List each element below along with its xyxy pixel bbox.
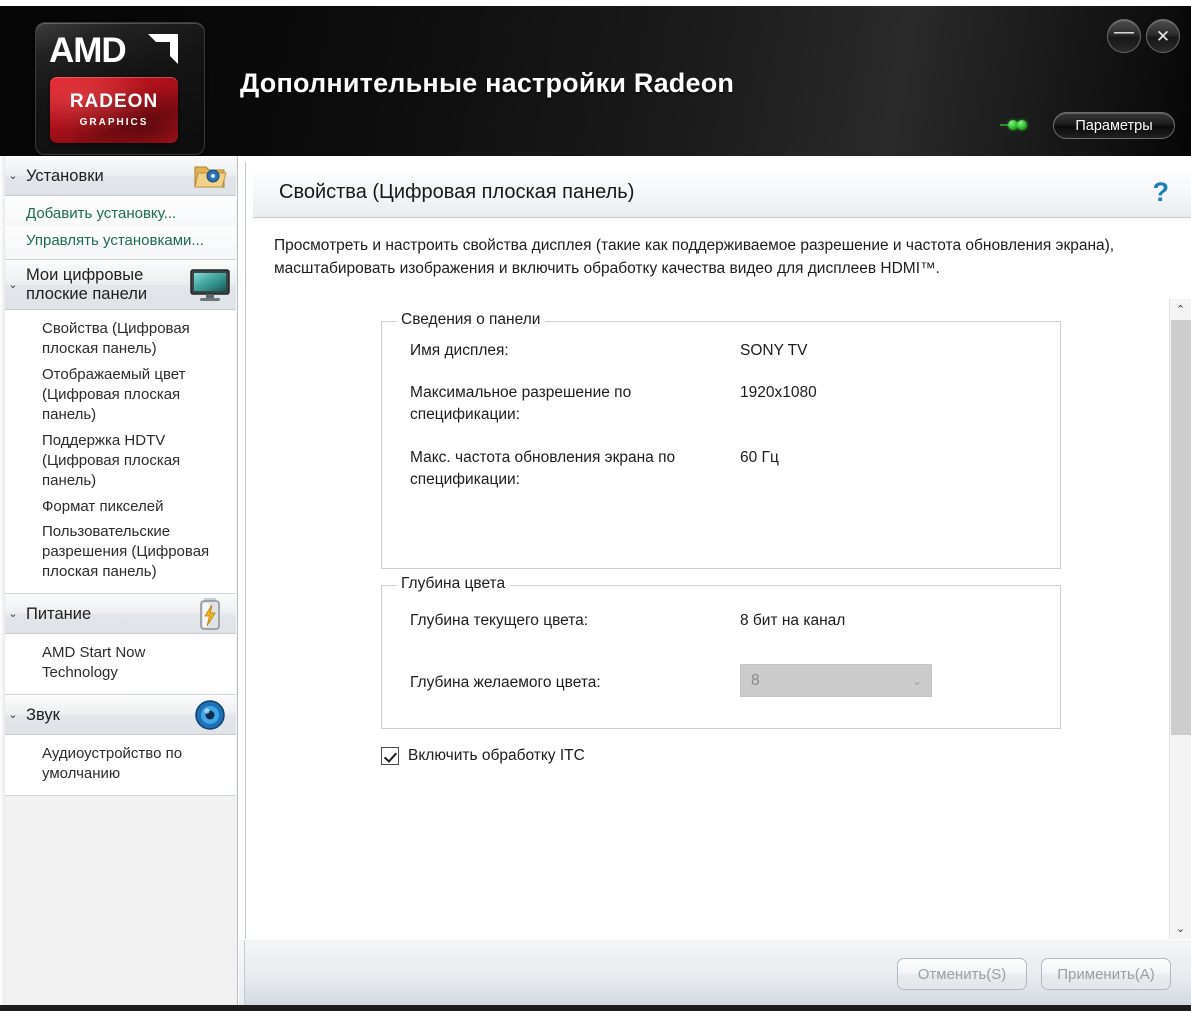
itc-checkbox-row[interactable]: Включить обработку ITC bbox=[381, 747, 585, 765]
footer-left-edge bbox=[239, 940, 245, 1007]
row-label: Глубина текущего цвета: bbox=[410, 612, 589, 629]
options-button[interactable]: Параметры bbox=[1053, 112, 1175, 139]
panel-info-groupbox: Сведения о панели Имя дисплея: SONY TV М… bbox=[381, 311, 1061, 569]
scroll-down-button[interactable]: ⌄ bbox=[1170, 918, 1191, 939]
row-label: Глубина желаемого цвета: bbox=[410, 674, 601, 691]
sidebar-group-label: Мои цифровые плоские панели bbox=[26, 266, 148, 303]
desired-color-depth-value: 8 bbox=[751, 671, 760, 689]
row-value: 60 Гц bbox=[740, 449, 779, 466]
apply-button[interactable]: Применить(A) bbox=[1041, 958, 1171, 990]
scroll-area: Сведения о панели Имя дисплея: SONY TV М… bbox=[253, 299, 1191, 939]
sidebar-item-custom-resolutions[interactable]: Пользовательские разрешения (Цифровая пл… bbox=[0, 519, 236, 585]
content-page-title: Свойства (Цифровая плоская панель) bbox=[279, 181, 635, 203]
scrollbar-thumb[interactable] bbox=[1171, 320, 1191, 735]
window-bottom-edge bbox=[0, 1005, 1191, 1011]
folder-settings-icon bbox=[184, 162, 236, 190]
scroll-viewport: Сведения о панели Имя дисплея: SONY TV М… bbox=[253, 299, 1167, 939]
sidebar-items-audio: Аудиоустройство по умолчанию bbox=[0, 735, 236, 796]
content-area: Свойства (Цифровая плоская панель) ? Про… bbox=[239, 156, 1191, 1005]
row-display-name: Имя дисплея: SONY TV bbox=[410, 340, 1040, 362]
page-description: Просмотреть и настроить свойства дисплея… bbox=[274, 237, 1115, 278]
row-value: 8 бит на канал bbox=[740, 612, 846, 629]
sidebar-group-digital-flat-panels[interactable]: ⌄ Мои цифровые плоские панели bbox=[0, 260, 236, 310]
content-frame: Свойства (Цифровая плоская панель) ? Про… bbox=[245, 162, 1191, 1005]
status-led-indicator bbox=[1000, 118, 1028, 132]
sidebar-item-hdtv-support[interactable]: Поддержка HDTV (Цифровая плоская панель) bbox=[0, 428, 236, 494]
help-icon[interactable]: ? bbox=[1153, 176, 1170, 208]
radeon-badge: RADEON GRAPHICS bbox=[50, 77, 178, 143]
battery-icon bbox=[184, 597, 236, 631]
sidebar-left-edge bbox=[0, 156, 5, 1005]
radeon-wordmark-text: RADEON bbox=[69, 91, 159, 112]
amd-wordmark-text: AMD bbox=[49, 31, 127, 70]
close-icon: ✕ bbox=[1155, 26, 1171, 46]
chevron-up-icon: ⌃ bbox=[1175, 304, 1186, 316]
chevron-down-icon: ⌄ bbox=[1175, 923, 1186, 935]
itc-checkbox[interactable] bbox=[381, 747, 399, 765]
sidebar-link-manage-presets[interactable]: Управлять установками... bbox=[0, 227, 236, 254]
row-current-color-depth: Глубина текущего цвета: 8 бит на канал bbox=[410, 610, 1040, 632]
window-top-edge bbox=[0, 0, 1191, 6]
graphics-wordmark-text: GRAPHICS bbox=[79, 117, 149, 128]
amd-arrow-icon bbox=[148, 34, 178, 64]
sidebar-tree: ⌄ Установки Добавить установку... Управл… bbox=[0, 156, 236, 1005]
amd-radeon-logo: AMD RADEON GRAPHICS bbox=[35, 22, 205, 155]
panel-info-legend: Сведения о панели bbox=[396, 311, 546, 329]
row-value: 1920x1080 bbox=[740, 384, 817, 401]
monitor-icon bbox=[184, 268, 236, 302]
sidebar: ⌄ Установки Добавить установку... Управл… bbox=[0, 156, 238, 1005]
sidebar-group-presets[interactable]: ⌄ Установки bbox=[0, 156, 236, 196]
sidebar-item-properties[interactable]: Свойства (Цифровая плоская панель) bbox=[0, 316, 236, 362]
status-led-icon bbox=[1017, 120, 1027, 130]
sidebar-items-digital-flat-panels: Свойства (Цифровая плоская панель) Отобр… bbox=[0, 310, 236, 595]
row-value: SONY TV bbox=[740, 342, 808, 359]
sidebar-empty-space bbox=[0, 796, 236, 1005]
color-depth-legend: Глубина цвета bbox=[396, 575, 511, 593]
sidebar-group-label: Установки bbox=[26, 166, 104, 185]
speaker-icon bbox=[184, 699, 236, 731]
sidebar-group-audio[interactable]: ⌄ Звук bbox=[0, 695, 236, 736]
title-bar: AMD RADEON GRAPHICS Дополнительные настр… bbox=[0, 0, 1191, 156]
sidebar-link-add-preset[interactable]: Добавить установку... bbox=[0, 200, 236, 227]
sidebar-item-amd-start-now[interactable]: AMD Start Now Technology bbox=[0, 640, 236, 686]
minimize-icon: — bbox=[1114, 20, 1134, 43]
cancel-button[interactable]: Отменить(S) bbox=[897, 958, 1027, 990]
row-max-resolution: Максимальное разрешение по спецификации:… bbox=[410, 382, 1040, 427]
radeon-settings-window: AMD RADEON GRAPHICS Дополнительные настр… bbox=[0, 0, 1191, 1011]
vertical-scrollbar[interactable]: ⌃ ⌄ bbox=[1169, 299, 1191, 939]
sidebar-group-label: Питание bbox=[26, 604, 92, 623]
chevron-down-icon: ⌄ bbox=[911, 673, 923, 688]
footer-bar: Отменить(S) Применить(A) bbox=[239, 939, 1191, 1007]
sidebar-items-power: AMD Start Now Technology bbox=[0, 634, 236, 696]
color-depth-groupbox: Глубина цвета Глубина текущего цвета: 8 … bbox=[381, 575, 1061, 729]
sidebar-item-pixel-format[interactable]: Формат пикселей bbox=[0, 494, 236, 520]
minimize-button[interactable]: — bbox=[1107, 19, 1141, 53]
desired-color-depth-select[interactable]: 8 ⌄ bbox=[740, 664, 932, 697]
close-button[interactable]: ✕ bbox=[1146, 19, 1180, 53]
row-max-refresh-rate: Макс. частота обновления экрана по специ… bbox=[410, 447, 1040, 492]
itc-checkbox-label: Включить обработку ITC bbox=[408, 747, 585, 764]
sidebar-item-display-color[interactable]: Отображаемый цвет (Цифровая плоская пане… bbox=[0, 362, 236, 428]
scroll-up-button[interactable]: ⌃ bbox=[1170, 299, 1191, 320]
row-label: Макс. частота обновления экрана по специ… bbox=[410, 449, 676, 489]
row-label: Максимальное разрешение по спецификации: bbox=[410, 384, 632, 424]
content-header: Свойства (Цифровая плоская панель) ? bbox=[253, 170, 1191, 218]
sidebar-group-label: Звук bbox=[26, 705, 60, 724]
sidebar-item-default-audio-device[interactable]: Аудиоустройство по умолчанию bbox=[0, 741, 236, 787]
row-desired-color-depth: Глубина желаемого цвета: bbox=[410, 672, 1040, 694]
page-title: Дополнительные настройки Radeon bbox=[240, 68, 735, 98]
row-label: Имя дисплея: bbox=[410, 342, 509, 359]
sidebar-links-presets: Добавить установку... Управлять установк… bbox=[0, 196, 236, 260]
sidebar-group-power[interactable]: ⌄ Питание bbox=[0, 594, 236, 635]
